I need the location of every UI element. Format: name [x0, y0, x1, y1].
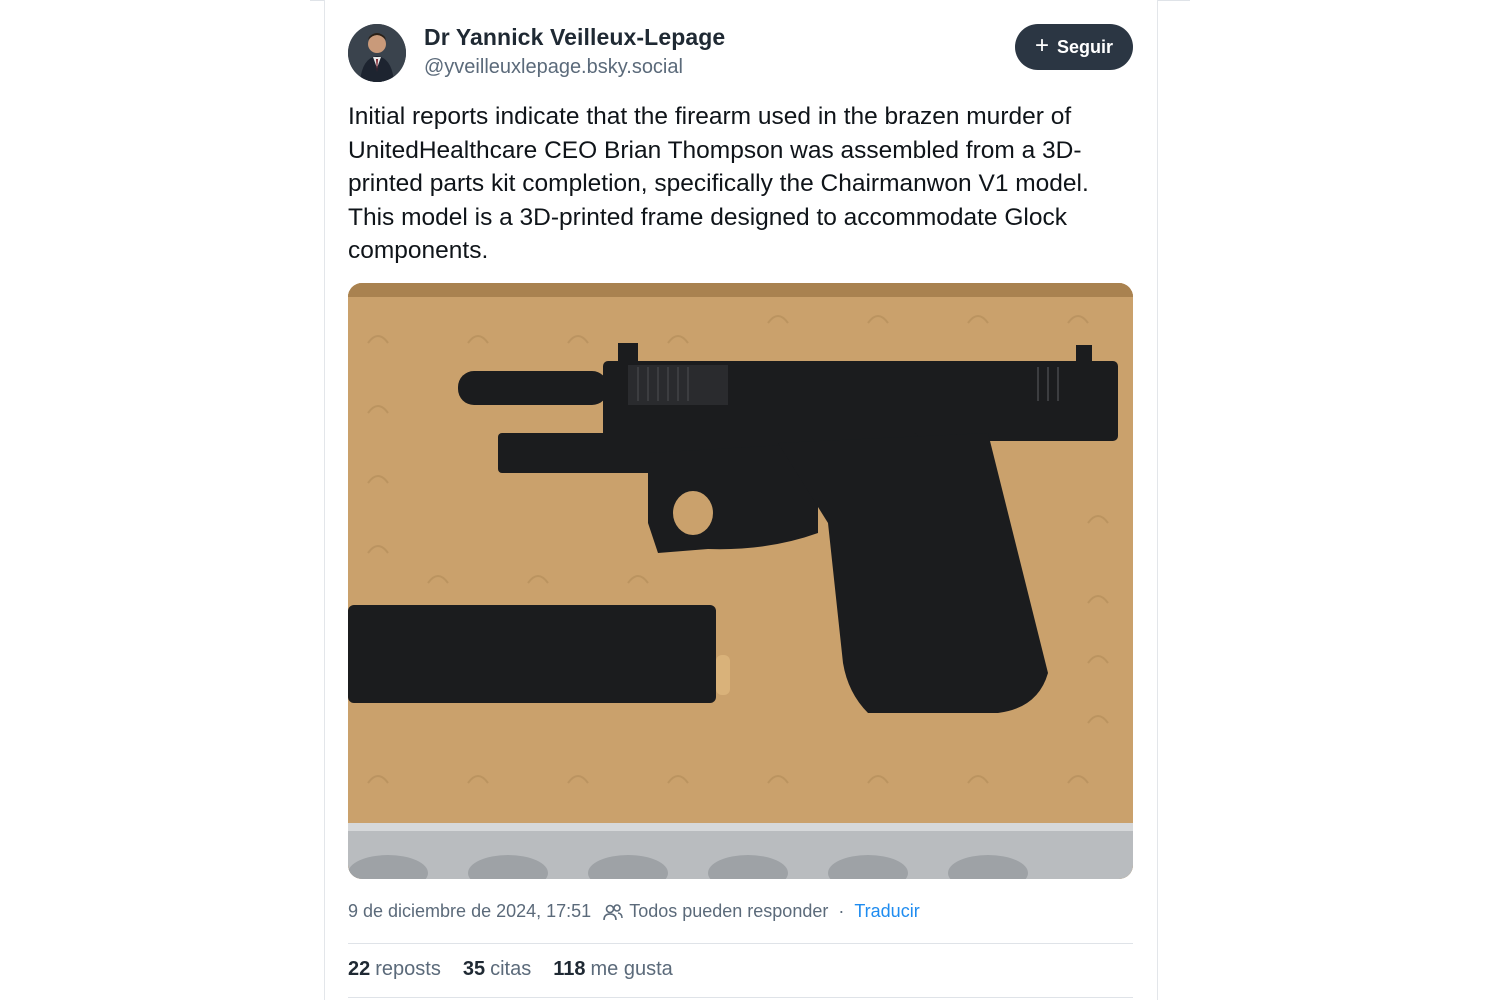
avatar-photo-icon [348, 24, 406, 82]
stats-divider [348, 943, 1133, 944]
quotes-count: 35 [462, 958, 486, 980]
post-image[interactable] [348, 283, 1133, 879]
bottom-divider [348, 997, 1133, 998]
avatar[interactable] [348, 24, 406, 82]
reposts-label: reposts [375, 958, 441, 980]
meta-separator: · [838, 901, 845, 921]
quotes-stat[interactable]: 35 citas [463, 958, 531, 981]
post-stats: 22 reposts 35 citas 118 me gusta [348, 958, 673, 981]
follow-button-label: Seguir [1057, 36, 1114, 57]
author-name[interactable]: Dr Yannick Veilleux-Lepage [424, 24, 725, 51]
translate-link[interactable]: Traducir [854, 901, 919, 922]
reply-setting: Todos pueden responder [629, 901, 829, 921]
author-handle[interactable]: @yveilleuxlepage.bsky.social [424, 56, 683, 79]
likes-stat[interactable]: 118 me gusta [553, 958, 673, 981]
plus-icon: + [1034, 32, 1049, 59]
likes-count: 118 [553, 958, 586, 980]
follow-button[interactable]: + Seguir [1015, 24, 1133, 70]
likes-label: me gusta [590, 958, 673, 980]
reposts-count: 22 [348, 958, 371, 980]
post-timestamp[interactable]: 9 de diciembre de 2024, 17:51 [348, 901, 591, 922]
people-icon [603, 903, 623, 921]
post-text: Initial reports indicate that the firear… [348, 103, 1089, 264]
reposts-stat[interactable]: 22 reposts [348, 958, 441, 981]
quotes-label: citas [490, 958, 532, 980]
post-meta: 9 de diciembre de 2024, 17:51 Todos pued… [348, 901, 920, 922]
handgun-photo [348, 283, 1133, 879]
